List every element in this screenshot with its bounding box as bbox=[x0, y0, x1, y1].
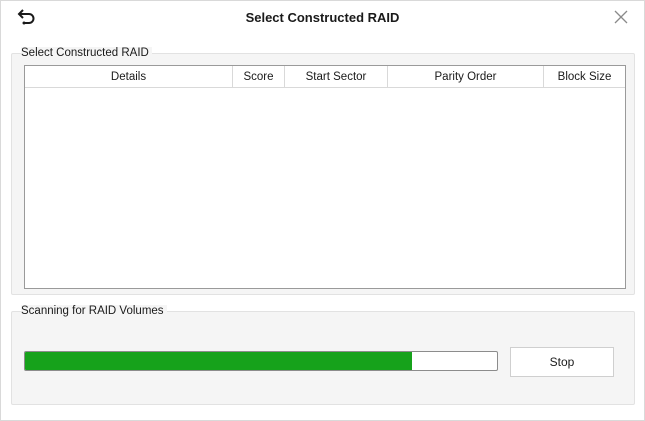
column-header-start-sector[interactable]: Start Sector bbox=[285, 66, 388, 88]
scan-progress-fill bbox=[25, 352, 413, 370]
scan-progress-bar bbox=[24, 351, 498, 371]
constructed-raid-group-label: Select Constructed RAID bbox=[21, 47, 152, 59]
dialog-title: Select Constructed RAID bbox=[245, 10, 400, 25]
stop-button[interactable]: Stop bbox=[510, 347, 614, 377]
column-header-score[interactable]: Score bbox=[233, 66, 285, 88]
scanning-group-label: Scanning for RAID Volumes bbox=[21, 305, 167, 317]
raid-list[interactable]: Details Score Start Sector Parity Order … bbox=[24, 65, 626, 289]
close-icon bbox=[614, 10, 628, 24]
column-header-parity-order[interactable]: Parity Order bbox=[388, 66, 544, 88]
title-bar: Select Constructed RAID bbox=[1, 1, 644, 35]
raid-dialog: Select Constructed RAID Select Construct… bbox=[0, 0, 645, 421]
raid-list-header: Details Score Start Sector Parity Order … bbox=[25, 66, 625, 88]
column-header-block-size[interactable]: Block Size bbox=[544, 66, 625, 88]
column-header-details[interactable]: Details bbox=[25, 66, 233, 88]
constructed-raid-group: Select Constructed RAID Details Score St… bbox=[11, 47, 635, 295]
scanning-group: Scanning for RAID Volumes Stop bbox=[11, 305, 635, 405]
close-button[interactable] bbox=[612, 8, 630, 26]
